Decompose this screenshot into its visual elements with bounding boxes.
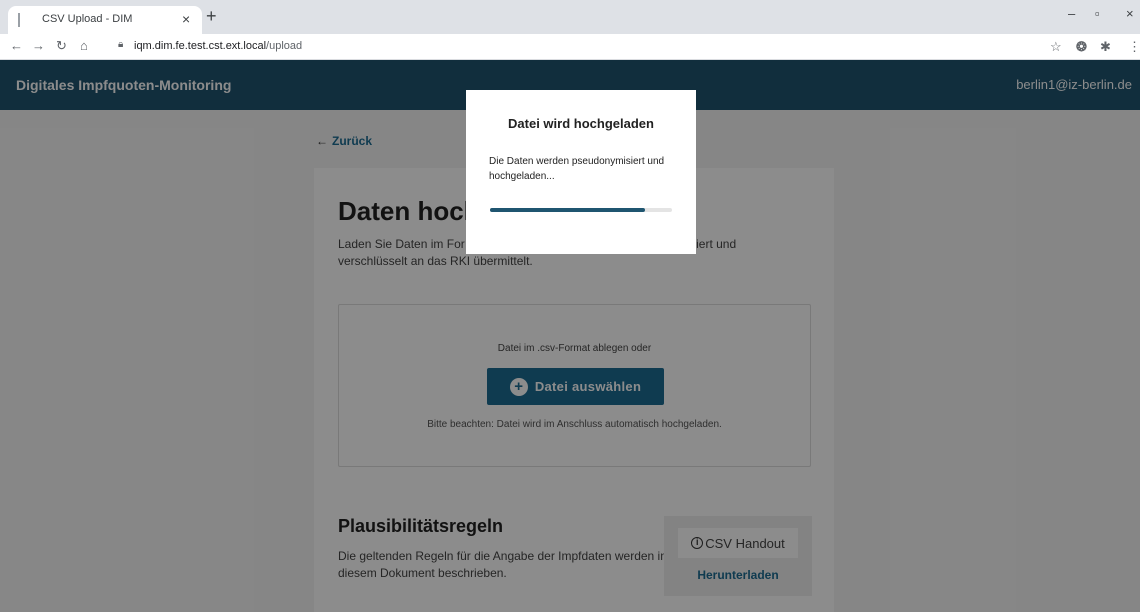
- url-text: iqm.dim.fe.test.cst.ext.local/upload: [134, 40, 302, 52]
- browser-menu-icon[interactable]: ⋮: [1128, 38, 1140, 56]
- upload-progress-fill: [490, 208, 645, 212]
- reload-icon[interactable]: ↻: [56, 37, 67, 55]
- maximize-window-button[interactable]: ▫: [1095, 6, 1100, 21]
- page-favicon-icon: [18, 13, 32, 27]
- close-tab-icon[interactable]: ×: [182, 10, 190, 28]
- url-host: iqm.dim.fe.test.cst.ext.local: [134, 40, 267, 52]
- back-arrow-icon[interactable]: ←: [10, 37, 23, 55]
- extensions-puzzle-icon[interactable]: ✱: [1100, 38, 1111, 56]
- dialog-text: Die Daten werden pseudonymisiert und hoc…: [489, 156, 665, 182]
- upload-progress-dialog: Datei wird hochgeladen Die Daten werden …: [466, 90, 696, 254]
- new-tab-button[interactable]: +: [206, 6, 217, 26]
- dialog-title: Datei wird hochgeladen: [508, 116, 654, 131]
- address-bar[interactable]: 🔒︎ iqm.dim.fe.test.cst.ext.local/upload: [112, 37, 1032, 57]
- tab-title: CSV Upload - DIM: [42, 13, 133, 25]
- minimize-window-button[interactable]: –: [1068, 6, 1075, 21]
- extension-icon[interactable]: ❂: [1076, 38, 1087, 56]
- upload-progress-bar: [490, 208, 672, 212]
- lock-icon: 🔒︎: [118, 39, 124, 50]
- browser-toolbar: ← → ↻ ⌂ 🔒︎ iqm.dim.fe.test.cst.ext.local…: [0, 34, 1140, 60]
- browser-tab-strip: CSV Upload - DIM × + – ▫ ×: [0, 0, 1140, 34]
- forward-arrow-icon[interactable]: →: [32, 37, 45, 55]
- bookmark-star-icon[interactable]: ☆: [1050, 38, 1062, 56]
- browser-tab[interactable]: CSV Upload - DIM ×: [8, 6, 202, 34]
- home-icon[interactable]: ⌂: [80, 37, 88, 55]
- close-window-button[interactable]: ×: [1126, 6, 1134, 21]
- url-path: /upload: [266, 40, 303, 52]
